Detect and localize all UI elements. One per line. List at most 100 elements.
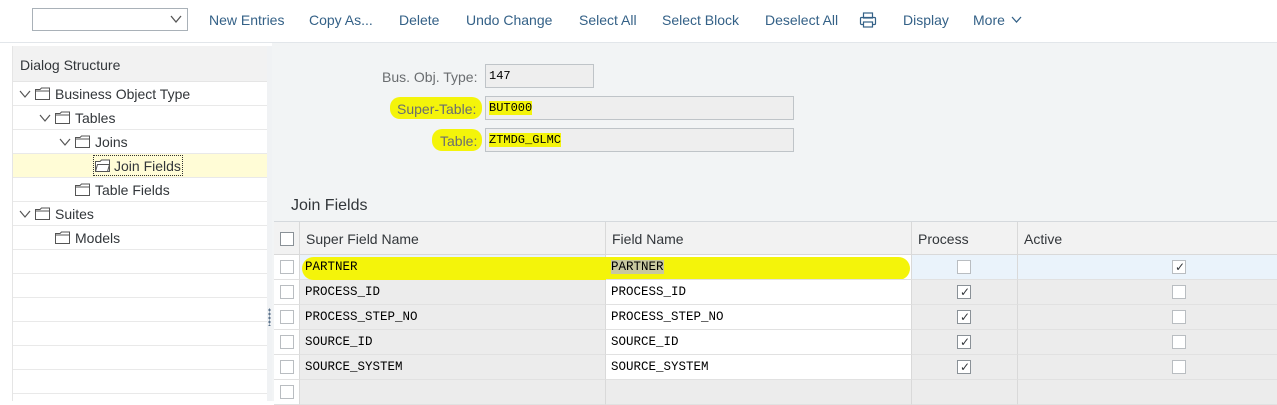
column-header-super-field-name[interactable]: Super Field Name xyxy=(300,222,606,255)
delete-button[interactable]: Delete xyxy=(399,11,439,31)
active-checkbox[interactable] xyxy=(1172,360,1186,374)
table-row[interactable]: SOURCE_ID SOURCE_ID ✓ xyxy=(274,330,1277,355)
row-select-checkbox[interactable] xyxy=(280,385,294,399)
column-header-process[interactable]: Process xyxy=(912,222,1018,255)
checkmark-icon: ✓ xyxy=(960,335,971,349)
bus-obj-type-field[interactable]: 147 xyxy=(485,64,594,88)
checkmark-icon: ✓ xyxy=(960,285,971,299)
active-cell[interactable]: ✓ xyxy=(1018,255,1277,280)
field-name-cell[interactable]: PROCESS_STEP_NO xyxy=(606,305,912,330)
active-cell[interactable] xyxy=(1018,305,1277,330)
chevron-down-icon xyxy=(170,15,182,24)
process-cell[interactable]: ✓ xyxy=(912,330,1018,355)
row-selector[interactable] xyxy=(274,280,300,305)
chevron-down-icon[interactable] xyxy=(39,113,51,123)
chevron-down-icon[interactable] xyxy=(19,89,31,99)
drag-handle-icon[interactable] xyxy=(268,308,271,326)
select-all-column-header[interactable] xyxy=(274,222,300,255)
chevron-down-icon[interactable] xyxy=(59,137,71,147)
row-selector[interactable] xyxy=(274,330,300,355)
tree-item-table-fields[interactable]: Table Fields xyxy=(13,178,267,202)
tree-item-tables[interactable]: Tables xyxy=(13,106,267,130)
process-cell[interactable] xyxy=(912,255,1018,280)
deselect-all-button[interactable]: Deselect All xyxy=(765,11,838,31)
super-field-name-cell[interactable]: SOURCE_SYSTEM xyxy=(300,355,606,380)
super-table-value: BUT000 xyxy=(489,101,533,115)
process-checkbox[interactable]: ✓ xyxy=(957,285,971,299)
open-folder-icon xyxy=(95,159,110,172)
column-header-active[interactable]: Active xyxy=(1018,222,1277,255)
field-name-cell[interactable]: SOURCE_ID xyxy=(606,330,912,355)
row-selector[interactable] xyxy=(274,355,300,380)
super-table-label: Super-Table: xyxy=(397,101,477,117)
super-field-name-cell[interactable]: PROCESS_STEP_NO xyxy=(300,305,606,330)
row-select-checkbox[interactable] xyxy=(280,310,294,324)
process-checkbox[interactable] xyxy=(957,260,971,274)
tree-item-suites[interactable]: Suites xyxy=(13,202,267,226)
field-name-cell[interactable]: PROCESS_ID xyxy=(606,280,912,305)
tree-item-join-fields[interactable]: Join Fields xyxy=(13,154,267,178)
row-select-checkbox[interactable] xyxy=(280,360,294,374)
folder-icon xyxy=(35,207,50,220)
undo-change-button[interactable]: Undo Change xyxy=(466,11,552,31)
active-cell[interactable] xyxy=(1018,330,1277,355)
tree-item-models[interactable]: Models xyxy=(13,226,267,250)
active-checkbox[interactable]: ✓ xyxy=(1172,260,1186,274)
join-fields-title: Join Fields xyxy=(291,197,368,214)
toolbar: New Entries Copy As... Delete Undo Chang… xyxy=(0,0,1277,43)
tree-item-joins[interactable]: Joins xyxy=(13,130,267,154)
row-selector[interactable] xyxy=(274,255,300,280)
active-checkbox[interactable] xyxy=(1172,310,1186,324)
field-name-cell[interactable]: PARTNER xyxy=(606,255,912,280)
super-field-name-cell[interactable] xyxy=(300,380,606,405)
process-cell[interactable]: ✓ xyxy=(912,280,1018,305)
tree-item-business-object-type[interactable]: Business Object Type xyxy=(13,82,267,106)
field-name-cell[interactable]: SOURCE_SYSTEM xyxy=(606,355,912,380)
view-selector-dropdown[interactable] xyxy=(32,8,188,31)
active-checkbox[interactable] xyxy=(1172,285,1186,299)
process-checkbox[interactable]: ✓ xyxy=(957,310,971,324)
more-button[interactable]: More xyxy=(973,11,1022,31)
table-row[interactable]: PROCESS_STEP_NO PROCESS_STEP_NO ✓ xyxy=(274,305,1277,330)
active-cell[interactable] xyxy=(1018,380,1277,405)
column-header-field-name[interactable]: Field Name xyxy=(606,222,912,255)
process-cell[interactable]: ✓ xyxy=(912,355,1018,380)
row-selector[interactable] xyxy=(274,305,300,330)
table-field[interactable]: ZTMDG_GLMC xyxy=(485,128,794,152)
active-checkbox[interactable] xyxy=(1172,335,1186,349)
table-row[interactable] xyxy=(274,380,1277,405)
process-checkbox[interactable]: ✓ xyxy=(957,335,971,349)
table-row[interactable]: PROCESS_ID PROCESS_ID ✓ xyxy=(274,280,1277,305)
select-block-button[interactable]: Select Block xyxy=(662,11,739,31)
field-name-cell[interactable] xyxy=(606,380,912,405)
table-row[interactable]: PARTNER PARTNER PARTNER ✓ xyxy=(274,255,1277,280)
row-select-checkbox[interactable] xyxy=(280,285,294,299)
tree-empty-row xyxy=(13,298,267,322)
tree-item-label: Join Fields xyxy=(114,158,181,174)
row-select-checkbox[interactable] xyxy=(280,260,294,274)
row-selector[interactable] xyxy=(274,380,300,405)
super-field-name-text: PARTNER xyxy=(305,260,358,274)
chevron-down-icon xyxy=(1011,16,1022,23)
select-all-button[interactable]: Select All xyxy=(579,11,637,31)
tree-empty-row xyxy=(13,250,267,274)
new-entries-button[interactable]: New Entries xyxy=(209,11,284,31)
select-all-checkbox[interactable] xyxy=(280,232,294,246)
process-checkbox[interactable]: ✓ xyxy=(957,360,971,374)
row-select-checkbox[interactable] xyxy=(280,335,294,349)
active-cell[interactable] xyxy=(1018,355,1277,380)
tree-empty-row xyxy=(13,370,267,394)
active-cell[interactable] xyxy=(1018,280,1277,305)
printer-icon[interactable] xyxy=(859,11,877,29)
join-fields-table: Super Field Name Field Name Process Acti… xyxy=(274,221,1277,405)
super-table-field[interactable]: BUT000 xyxy=(485,96,794,120)
process-cell[interactable]: ✓ xyxy=(912,305,1018,330)
chevron-down-icon[interactable] xyxy=(19,209,31,219)
copy-as-button[interactable]: Copy As... xyxy=(309,11,373,31)
process-cell[interactable] xyxy=(912,380,1018,405)
display-button[interactable]: Display xyxy=(903,11,949,31)
folder-icon xyxy=(75,135,90,148)
super-field-name-cell[interactable]: SOURCE_ID xyxy=(300,330,606,355)
super-field-name-cell[interactable]: PROCESS_ID xyxy=(300,280,606,305)
table-row[interactable]: SOURCE_SYSTEM SOURCE_SYSTEM ✓ xyxy=(274,355,1277,380)
